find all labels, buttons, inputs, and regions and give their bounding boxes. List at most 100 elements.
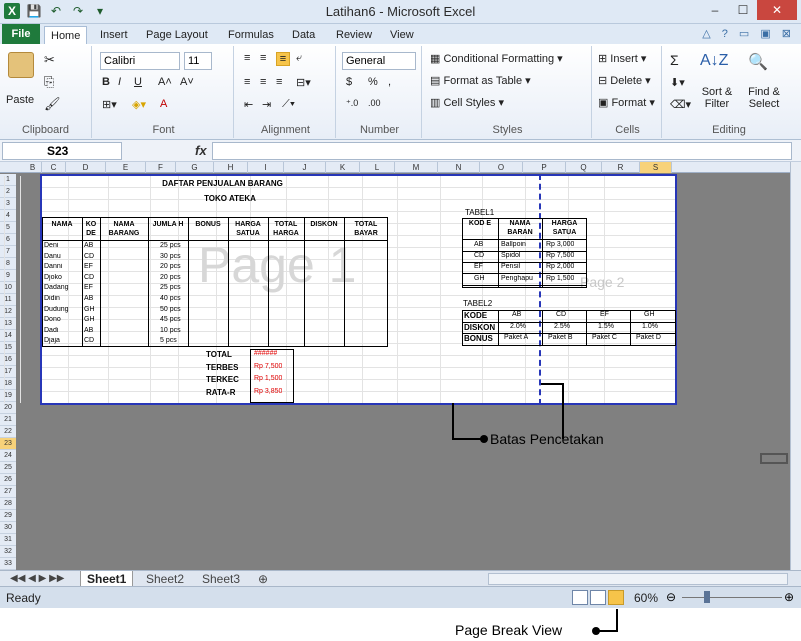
- tab-data[interactable]: Data: [286, 26, 321, 44]
- tab-home[interactable]: Home: [44, 26, 88, 44]
- row-header-21[interactable]: 21: [0, 414, 16, 426]
- row-header-8[interactable]: 8: [0, 258, 16, 270]
- row-header-19[interactable]: 19: [0, 390, 16, 402]
- align-right-icon[interactable]: ≡: [276, 76, 282, 88]
- comma-button[interactable]: ,: [388, 76, 391, 88]
- paste-button[interactable]: Paste: [6, 94, 34, 106]
- format-as-table-button[interactable]: ▤ Format as Table ▾: [430, 74, 531, 87]
- number-format-select[interactable]: General: [342, 52, 416, 70]
- row-header-23[interactable]: 23: [0, 438, 16, 450]
- sort-filter-button[interactable]: Sort & Filter: [694, 86, 740, 110]
- delete-cells-button[interactable]: ⊟ Delete ▾: [598, 74, 651, 87]
- column-header-e[interactable]: E: [106, 162, 146, 173]
- page-break-line[interactable]: [539, 174, 541, 405]
- grow-font-button[interactable]: A˄: [158, 76, 172, 88]
- cut-icon[interactable]: ✂: [44, 52, 55, 68]
- column-header-l[interactable]: L: [360, 162, 395, 173]
- sheet-tab-sheet1[interactable]: Sheet1: [80, 571, 134, 587]
- selected-cell-s23[interactable]: [760, 453, 788, 464]
- zoom-slider[interactable]: [682, 597, 782, 598]
- name-box[interactable]: S23: [2, 142, 122, 160]
- column-header-s[interactable]: S: [640, 162, 672, 173]
- insert-function-button[interactable]: fx: [195, 143, 207, 158]
- tab-view[interactable]: View: [384, 26, 420, 44]
- zoom-out-icon[interactable]: ⊖: [666, 590, 676, 604]
- row-header-32[interactable]: 32: [0, 546, 16, 558]
- bold-button[interactable]: B: [102, 76, 110, 88]
- sheet-tab-sheet3[interactable]: Sheet3: [196, 571, 246, 587]
- column-header-r[interactable]: R: [602, 162, 640, 173]
- row-header-14[interactable]: 14: [0, 330, 16, 342]
- row-header-22[interactable]: 22: [0, 426, 16, 438]
- row-header-30[interactable]: 30: [0, 522, 16, 534]
- column-header-m[interactable]: M: [395, 162, 438, 173]
- find-select-button[interactable]: Find & Select: [742, 86, 786, 110]
- merge-center-icon[interactable]: ⊟▾: [296, 76, 311, 89]
- underline-button[interactable]: U: [134, 76, 142, 88]
- row-header-17[interactable]: 17: [0, 366, 16, 378]
- row-header-28[interactable]: 28: [0, 498, 16, 510]
- minimize-button[interactable]: –: [701, 0, 729, 20]
- shrink-font-button[interactable]: A˅: [180, 76, 194, 88]
- row-header-26[interactable]: 26: [0, 474, 16, 486]
- row-header-15[interactable]: 15: [0, 342, 16, 354]
- row-header-9[interactable]: 9: [0, 270, 16, 282]
- increase-decimal-icon[interactable]: ⁺.0: [346, 98, 358, 109]
- column-header-o[interactable]: O: [480, 162, 523, 173]
- fill-icon[interactable]: ⬇▾: [670, 76, 685, 89]
- italic-button[interactable]: I: [118, 76, 121, 88]
- row-header-25[interactable]: 25: [0, 462, 16, 474]
- close-button[interactable]: ✕: [757, 0, 797, 20]
- tab-formulas[interactable]: Formulas: [222, 26, 280, 44]
- column-header-i[interactable]: I: [248, 162, 284, 173]
- row-header-31[interactable]: 31: [0, 534, 16, 546]
- decrease-indent-icon[interactable]: ⇤: [244, 98, 253, 111]
- font-color-button[interactable]: A: [160, 98, 167, 110]
- horizontal-scrollbar[interactable]: [488, 573, 788, 585]
- column-header-j[interactable]: J: [284, 162, 326, 173]
- formula-input[interactable]: [212, 142, 792, 160]
- column-header-c[interactable]: C: [42, 162, 66, 173]
- row-header-20[interactable]: 20: [0, 402, 16, 414]
- conditional-formatting-button[interactable]: ▦ Conditional Formatting ▾: [430, 52, 563, 65]
- orientation-icon[interactable]: ⟋▾: [282, 98, 295, 111]
- row-header-2[interactable]: 2: [0, 186, 16, 198]
- tab-page-layout[interactable]: Page Layout: [140, 26, 214, 44]
- column-header-f[interactable]: F: [146, 162, 176, 173]
- wrap-text-icon[interactable]: ⤶: [296, 52, 302, 65]
- column-header-n[interactable]: N: [438, 162, 480, 173]
- row-header-11[interactable]: 11: [0, 294, 16, 306]
- clear-icon[interactable]: ⌫▾: [670, 98, 691, 111]
- worksheet-grid[interactable]: BCDEFGHIJKLMNOPQRS 1 2 3 4 5 6 7 8 9 10 11 12 13 14 15…: [0, 162, 790, 570]
- decrease-decimal-icon[interactable]: .00: [368, 98, 381, 108]
- currency-button[interactable]: $: [346, 76, 352, 88]
- help-icons[interactable]: △ ? ▭ ▣ ⊠: [702, 27, 795, 40]
- format-cells-button[interactable]: ▣ Format ▾: [598, 96, 655, 109]
- row-header-10[interactable]: 10: [0, 282, 16, 294]
- align-top-icon[interactable]: ≡: [244, 52, 250, 64]
- column-header-d[interactable]: D: [66, 162, 106, 173]
- column-header-g[interactable]: G: [176, 162, 214, 173]
- column-header-k[interactable]: K: [326, 162, 360, 173]
- sheet-tab-sheet2[interactable]: Sheet2: [140, 571, 190, 587]
- vertical-scrollbar[interactable]: [790, 162, 801, 570]
- row-header-1[interactable]: 1: [0, 174, 16, 186]
- column-header-q[interactable]: Q: [566, 162, 602, 173]
- row-header-13[interactable]: 13: [0, 318, 16, 330]
- tab-file[interactable]: File: [2, 24, 40, 44]
- row-header-27[interactable]: 27: [0, 486, 16, 498]
- normal-view-icon[interactable]: [572, 590, 588, 605]
- column-header-p[interactable]: P: [523, 162, 566, 173]
- column-header-b[interactable]: B: [24, 162, 42, 173]
- cell-styles-button[interactable]: ▥ Cell Styles ▾: [430, 96, 504, 109]
- row-header-5[interactable]: 5: [0, 222, 16, 234]
- row-header-12[interactable]: 12: [0, 306, 16, 318]
- copy-icon[interactable]: ⎘: [44, 74, 54, 90]
- paste-icon[interactable]: [8, 52, 34, 78]
- align-bottom-icon[interactable]: ≡: [276, 52, 290, 66]
- zoom-level[interactable]: 60%: [634, 591, 658, 605]
- page-layout-view-icon[interactable]: [590, 590, 606, 605]
- sheet-nav-buttons[interactable]: ◀◀ ◀ ▶ ▶▶: [4, 571, 70, 587]
- font-size-select[interactable]: 11: [184, 52, 212, 70]
- percent-button[interactable]: %: [368, 76, 378, 88]
